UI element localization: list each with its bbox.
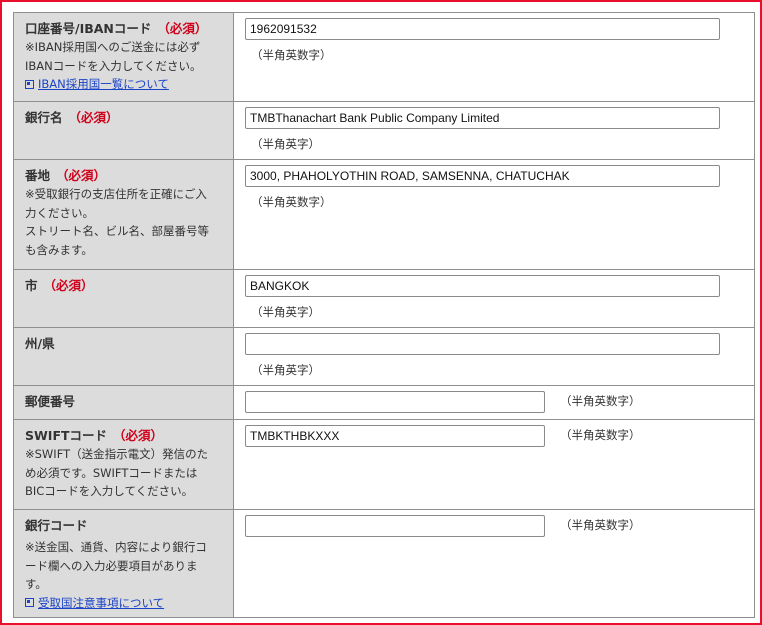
bank-name-input[interactable]: TMBThanachart Bank Public Company Limite… bbox=[245, 107, 720, 129]
note-address-3: ストリート名、ビル名、部屋番号等 bbox=[25, 224, 209, 238]
label-account: 口座番号/IBANコード （必須） bbox=[25, 21, 208, 36]
note-address-2: 力ください。 bbox=[25, 205, 94, 220]
value-cell-bank-name: TMBThanachart Bank Public Company Limite… bbox=[233, 101, 755, 160]
note-account-2: IBANコードを入力してください。 bbox=[25, 58, 202, 73]
hint-account: （半角英数字） bbox=[251, 48, 332, 62]
value-cell-state: （半角英字） bbox=[233, 327, 755, 386]
label-postal: 郵便番号 bbox=[25, 394, 76, 409]
required-mark: （必須） bbox=[157, 21, 208, 36]
state-input[interactable] bbox=[245, 333, 720, 355]
label-cell-bank-name: 銀行名 （必須） bbox=[13, 101, 234, 160]
value-cell-bank-code: （半角英数字） bbox=[233, 509, 755, 618]
row-bank-code: 銀行コード ※送金国、通貨、内容により銀行コ ード欄への入力必要項目がありま す… bbox=[13, 509, 755, 618]
note-address-4: も含みます。 bbox=[25, 242, 93, 257]
recipient-country-notes-link[interactable]: 受取国注意事項について bbox=[25, 594, 225, 612]
note-account-1: ※IBAN採用国へのご送金には必ず bbox=[25, 40, 201, 54]
required-mark: （必須） bbox=[43, 278, 94, 293]
iban-countries-link[interactable]: IBAN採用国一覧について bbox=[25, 75, 225, 93]
value-cell-postal: （半角英数字） bbox=[233, 385, 755, 420]
note-swift-3: BICコードを入力してください。 bbox=[25, 484, 194, 498]
hint-address: （半角英数字） bbox=[251, 195, 332, 209]
label-cell-city: 市（必須） bbox=[13, 269, 234, 328]
row-account: 口座番号/IBANコード （必須） ※IBAN採用国へのご送金には必ず IBANコ… bbox=[13, 12, 755, 102]
label-cell-state: 州/県 bbox=[13, 327, 234, 386]
iban-countries-link-text[interactable]: IBAN採用国一覧について bbox=[38, 75, 169, 93]
value-cell-account: 1962091532 （半角英数字） bbox=[233, 12, 755, 102]
required-mark: （必須） bbox=[56, 168, 107, 183]
note-bank-code-2: ード欄への入力必要項目がありま bbox=[25, 558, 198, 573]
note-bank-code-3: す。 bbox=[25, 577, 47, 591]
row-state: 州/県 （半角英字） bbox=[13, 327, 755, 386]
form-frame: 口座番号/IBANコード （必須） ※IBAN採用国へのご送金には必ず IBANコ… bbox=[0, 0, 762, 625]
postal-code-input[interactable] bbox=[245, 391, 545, 413]
note-address-1: ※受取銀行の支店住所を正確にご入 bbox=[25, 187, 207, 201]
note-swift-1: ※SWIFT（送金指示電文）発信のた bbox=[25, 447, 209, 461]
label-address: 番地 （必須） bbox=[25, 168, 107, 183]
hint-swift: （半角英数字） bbox=[560, 428, 641, 442]
external-link-icon bbox=[25, 598, 34, 607]
row-swift: SWIFTコード （必須） ※SWIFT（送金指示電文）発信のた め必須です。SW… bbox=[13, 419, 755, 510]
label-bank-name: 銀行名 （必須） bbox=[25, 110, 119, 125]
hint-bank-code: （半角英数字） bbox=[560, 518, 641, 532]
label-swift: SWIFTコード （必須） bbox=[25, 428, 164, 443]
required-mark: （必須） bbox=[113, 428, 164, 443]
recipient-country-notes-link-text[interactable]: 受取国注意事項について bbox=[38, 594, 164, 612]
row-postal: 郵便番号 （半角英数字） bbox=[13, 385, 755, 420]
label-bank-code: 銀行コード bbox=[25, 518, 88, 533]
city-input[interactable]: BANGKOK bbox=[245, 275, 720, 297]
note-swift-2: め必須です。SWIFTコードまたは bbox=[25, 465, 198, 480]
row-address: 番地 （必須） ※受取銀行の支店住所を正確にご入 力ください。 ストリート名、ビル… bbox=[13, 159, 755, 270]
required-mark: （必須） bbox=[68, 110, 119, 125]
value-cell-address: 3000, PHAHOLYOTHIN ROAD, SAMSENNA, CHATU… bbox=[233, 159, 755, 270]
label-cell-bank-code: 銀行コード ※送金国、通貨、内容により銀行コ ード欄への入力必要項目がありま す… bbox=[13, 509, 234, 618]
hint-postal: （半角英数字） bbox=[560, 394, 641, 408]
label-city: 市（必須） bbox=[25, 278, 94, 293]
label-cell-address: 番地 （必須） ※受取銀行の支店住所を正確にご入 力ください。 ストリート名、ビル… bbox=[13, 159, 234, 270]
remittance-form-table: 口座番号/IBANコード （必須） ※IBAN採用国へのご送金には必ず IBANコ… bbox=[13, 12, 755, 618]
hint-city: （半角英字） bbox=[251, 305, 320, 319]
external-link-icon bbox=[25, 79, 34, 89]
hint-bank-name: （半角英字） bbox=[251, 137, 320, 151]
label-state: 州/県 bbox=[25, 336, 55, 351]
address-input[interactable]: 3000, PHAHOLYOTHIN ROAD, SAMSENNA, CHATU… bbox=[245, 165, 720, 187]
row-bank-name: 銀行名 （必須） TMBThanachart Bank Public Compan… bbox=[13, 101, 755, 160]
label-cell-swift: SWIFTコード （必須） ※SWIFT（送金指示電文）発信のた め必須です。SW… bbox=[13, 419, 234, 510]
note-bank-code-1: ※送金国、通貨、内容により銀行コ bbox=[25, 540, 207, 554]
row-city: 市（必須） BANGKOK （半角英字） bbox=[13, 269, 755, 328]
value-cell-swift: TMBKTHBKXXX （半角英数字） bbox=[233, 419, 755, 510]
bank-code-input[interactable] bbox=[245, 515, 545, 537]
label-cell-postal: 郵便番号 bbox=[13, 385, 234, 420]
label-cell-account: 口座番号/IBANコード （必須） ※IBAN採用国へのご送金には必ず IBANコ… bbox=[13, 12, 234, 102]
account-number-input[interactable]: 1962091532 bbox=[245, 18, 720, 40]
swift-code-input[interactable]: TMBKTHBKXXX bbox=[245, 425, 545, 447]
hint-state: （半角英字） bbox=[251, 363, 320, 377]
value-cell-city: BANGKOK （半角英字） bbox=[233, 269, 755, 328]
